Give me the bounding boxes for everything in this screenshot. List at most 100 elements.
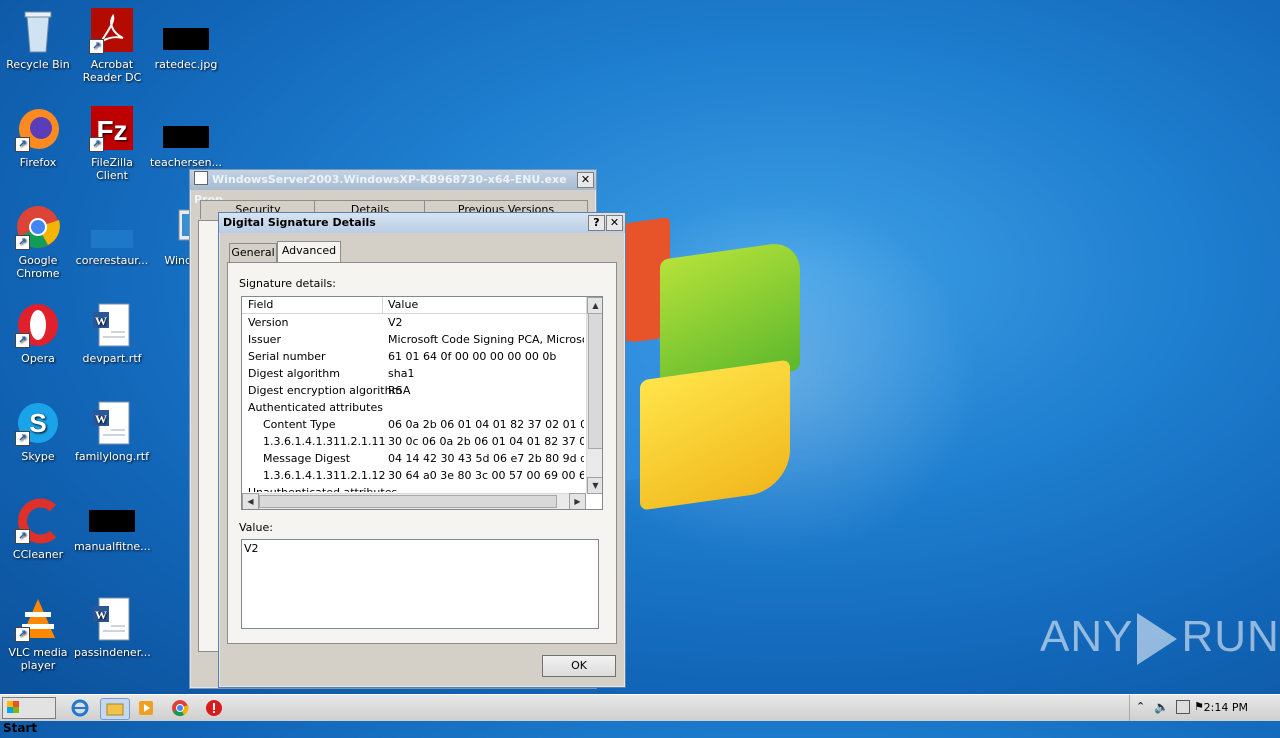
- desktop-icon-chrome[interactable]: ↗ Google Chrome: [0, 204, 76, 280]
- speaker-icon[interactable]: 🔈: [1154, 700, 1169, 714]
- list-rows: Version V2 Issuer Microsoft Code Signing PC…: [242, 314, 602, 492]
- list-row[interactable]: Message Digest 04 14 42 30 43 5d 06 e7 2b…: [242, 450, 602, 467]
- opera-icon: ↗: [15, 302, 61, 348]
- watermark-right: RUN: [1181, 612, 1280, 661]
- scroll-up-button[interactable]: ▲: [587, 297, 602, 314]
- value-label: Value:: [239, 521, 273, 534]
- desktop-icon-label: Google Chrome: [16, 254, 60, 280]
- list-header: Field Value: [242, 297, 602, 314]
- antivirus-icon[interactable]: [204, 698, 224, 718]
- desktop-icon-filezilla[interactable]: Fz ↗ FileZilla Client: [74, 106, 150, 182]
- list-row[interactable]: Serial number 61 01 64 0f 00 00 00 00 00 …: [242, 348, 602, 365]
- list-row[interactable]: Issuer Microsoft Code Signing PCA, Micros…: [242, 331, 602, 348]
- desktop-icon-label: Firefox: [19, 156, 57, 169]
- explorer-icon[interactable]: [100, 698, 130, 720]
- desktop-icon-label: teachersen...: [149, 156, 223, 169]
- desktop-icon-firefox[interactable]: ↗ Firefox: [0, 106, 76, 169]
- shortcut-arrow-icon: ↗: [15, 627, 30, 642]
- desktop-icon-label: CCleaner: [12, 548, 64, 561]
- desktop-icon-opera[interactable]: ↗ Opera: [0, 302, 76, 365]
- tab-general[interactable]: General: [229, 243, 277, 262]
- desktop-icon-skype[interactable]: S ↗ Skype: [0, 400, 76, 463]
- dialog-titlebar[interactable]: Digital Signature Details ? ✕: [219, 213, 625, 233]
- value-textbox[interactable]: V2: [241, 539, 599, 629]
- desktop-icon-label: manualfitne...: [74, 540, 151, 553]
- list-row[interactable]: Version V2: [242, 314, 602, 331]
- field-cell: Content Type: [263, 418, 336, 431]
- value-cell: V2: [388, 316, 403, 329]
- column-header-value[interactable]: Value: [388, 297, 418, 313]
- column-divider: [382, 297, 383, 313]
- word-doc-icon: W: [89, 302, 135, 348]
- desktop-icon-teachersen[interactable]: teachersen...: [148, 106, 224, 169]
- word-doc-icon: W: [89, 596, 135, 642]
- horizontal-scrollbar[interactable]: ◀ ▶: [242, 493, 586, 509]
- start-button[interactable]: Start: [2, 697, 56, 735]
- horizontal-scroll-thumb[interactable]: [259, 495, 557, 508]
- close-icon: ✕: [609, 216, 620, 229]
- list-row[interactable]: Content Type 06 0a 2b 06 01 04 01 82 37 0…: [242, 416, 602, 433]
- svg-text:W: W: [95, 314, 107, 328]
- desktop-icon-label: Acrobat Reader DC: [82, 58, 142, 84]
- recycle-bin-icon: [15, 8, 61, 54]
- desktop-icon-label: Skype: [21, 450, 55, 463]
- list-row[interactable]: Authenticated attributes: [242, 399, 602, 416]
- system-tray: ⌃ 🔈 ⚑ 2:14 PM: [1129, 695, 1280, 721]
- taskbar: Start ⌃ 🔈 ⚑ 2:14 PM: [0, 694, 1280, 735]
- chrome-icon[interactable]: [170, 698, 190, 718]
- chevron-up-icon[interactable]: ⌃: [1136, 700, 1145, 713]
- field-cell: Authenticated attributes: [248, 401, 383, 414]
- list-row[interactable]: Unauthenticated attributes: [242, 484, 602, 492]
- desktop-icon-label: passindener...: [74, 646, 151, 659]
- close-button[interactable]: ✕: [606, 215, 623, 231]
- properties-titlebar[interactable]: WindowsServer2003.WindowsXP-KB968730-x64…: [190, 170, 596, 206]
- desktop-icon-label: familylong.rtf: [75, 450, 149, 463]
- scroll-thumb[interactable]: [588, 313, 602, 449]
- ok-button[interactable]: OK: [542, 655, 616, 677]
- desktop-icon-passindener[interactable]: W passindener...: [74, 596, 151, 659]
- scroll-left-button[interactable]: ◀: [242, 493, 259, 509]
- value-cell: 30 64 a0 3e 80 3c 00 57 00 69 00 6e 00 .…: [388, 469, 584, 482]
- flag-icon[interactable]: ⚑: [1194, 700, 1204, 713]
- media-player-icon[interactable]: [136, 698, 156, 718]
- scroll-right-button[interactable]: ▶: [569, 493, 586, 509]
- field-cell: 1.3.6.1.4.1.311.2.1.11: [263, 435, 386, 448]
- shortcut-arrow-icon: ↗: [15, 333, 30, 348]
- desktop-icon-label: VLC media player: [8, 646, 68, 672]
- desktop-icon-ccleaner[interactable]: ↗ CCleaner: [0, 498, 76, 561]
- desktop-icon-familylong[interactable]: W familylong.rtf: [74, 400, 150, 463]
- wallpaper-logo-yellow: [640, 359, 790, 511]
- vertical-scrollbar[interactable]: ▲ ▼: [586, 297, 602, 494]
- close-button[interactable]: ✕: [577, 172, 594, 188]
- network-icon[interactable]: [1176, 700, 1190, 714]
- desktop-icon-vlc[interactable]: ↗ VLC media player: [0, 596, 76, 672]
- value-cell: 30 0c 06 0a 2b 06 01 04 01 82 37 02 01 1…: [388, 435, 584, 448]
- ccleaner-icon: ↗: [15, 498, 61, 544]
- windows-logo-icon: [7, 701, 19, 713]
- tab-advanced[interactable]: Advanced: [277, 241, 341, 262]
- signature-details-list[interactable]: Field Value Version V2 Issuer Microsoft Cod…: [241, 296, 603, 510]
- desktop-icon-manualfitne[interactable]: manualfitne...: [74, 498, 151, 553]
- value-cell: 06 0a 2b 06 01 04 01 82 37 02 01 04: [388, 418, 584, 431]
- window-app-icon: [194, 171, 208, 185]
- list-row[interactable]: 1.3.6.1.4.1.311.2.1.12 30 64 a0 3e 80 3c …: [242, 467, 602, 484]
- desktop-icon-devpart[interactable]: W devpart.rtf: [74, 302, 150, 365]
- shortcut-arrow-icon: ↗: [15, 529, 30, 544]
- file-icon: [163, 126, 209, 148]
- desktop-icon-ratedec[interactable]: ratedec.jpg: [148, 8, 224, 71]
- desktop-icon-acrobat[interactable]: ↗ Acrobat Reader DC: [74, 8, 150, 84]
- ie-icon[interactable]: [70, 698, 90, 718]
- file-icon: [89, 204, 135, 250]
- help-button[interactable]: ?: [588, 215, 605, 231]
- desktop-icon-label: devpart.rtf: [82, 352, 142, 365]
- clock[interactable]: 2:14 PM: [1204, 695, 1248, 721]
- desktop-icon-recycle-bin[interactable]: Recycle Bin: [0, 8, 76, 71]
- scroll-down-button[interactable]: ▼: [587, 477, 602, 494]
- column-header-field[interactable]: Field: [248, 297, 273, 313]
- watermark-left: ANY: [1040, 612, 1134, 661]
- list-row[interactable]: 1.3.6.1.4.1.311.2.1.11 30 0c 06 0a 2b 06 …: [242, 433, 602, 450]
- list-row[interactable]: Digest algorithm sha1: [242, 365, 602, 382]
- tab-label: Advanced: [281, 244, 337, 257]
- list-row[interactable]: Digest encryption algorithm RSA: [242, 382, 602, 399]
- desktop-icon-corerestaur[interactable]: corerestaur...: [74, 204, 150, 267]
